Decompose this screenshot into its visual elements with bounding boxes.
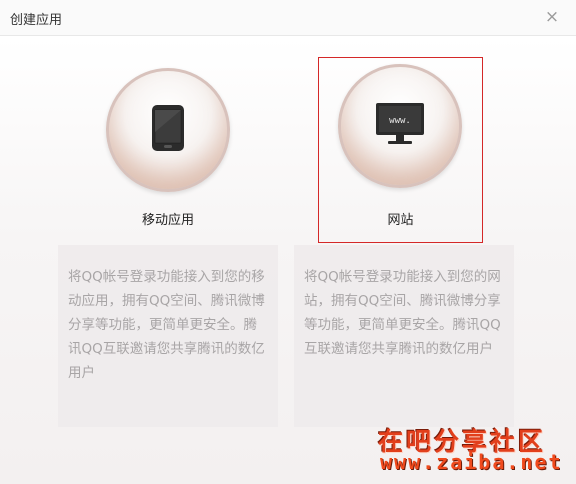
website-circle: www.	[338, 64, 462, 188]
close-icon[interactable]: ×	[542, 7, 562, 27]
mobile-app-description: 将QQ帐号登录功能接入到您的移动应用，拥有QQ空间、腾讯微博分享等功能，更简单更…	[58, 245, 278, 427]
mobile-app-label: 移动应用	[141, 213, 194, 228]
site-watermark: 在吧分享社区 www.zaiba.net	[372, 420, 570, 476]
dialog-title: 创建应用	[10, 13, 63, 28]
mobile-phone-icon	[150, 104, 186, 156]
dialog-header: 创建应用 ×	[0, 0, 576, 36]
mobile-circle	[106, 68, 230, 192]
watermark-url: www.zaiba.net	[380, 450, 563, 474]
option-website[interactable]: www. 网站	[318, 57, 483, 243]
website-label: 网站	[387, 213, 414, 228]
monitor-icon: www.	[375, 102, 425, 150]
option-mobile-app[interactable]: 移动应用	[58, 60, 278, 240]
website-description: 将QQ帐号登录功能接入到您的网站，拥有QQ空间、腾讯微博分享等功能，更简单更安全…	[294, 245, 514, 427]
create-app-dialog: 创建应用 × 移动应用 www. 网站 将QQ帐号登录功能接入到您的移动应用，拥…	[0, 0, 576, 484]
monitor-screen-text: www.	[389, 116, 411, 126]
